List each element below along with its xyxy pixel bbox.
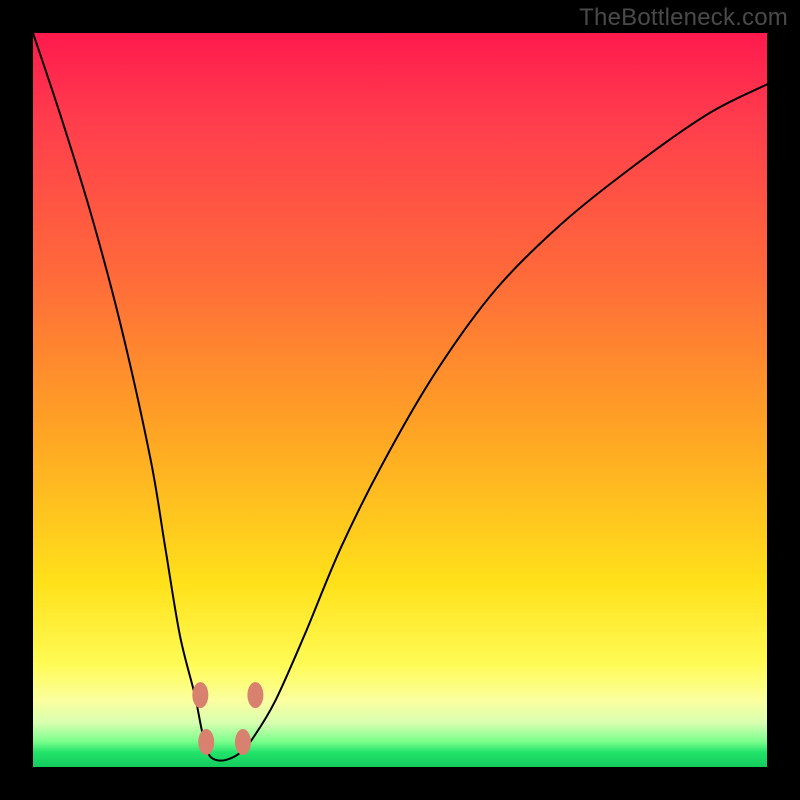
curve-layer — [33, 33, 767, 767]
plot-area — [33, 33, 767, 767]
right-dot-upper — [247, 682, 263, 708]
right-dot-lower — [235, 729, 251, 755]
left-dot-upper — [192, 682, 208, 708]
chart-frame: TheBottleneck.com — [0, 0, 800, 800]
left-dot-lower — [198, 729, 214, 755]
watermark-text: TheBottleneck.com — [579, 4, 788, 32]
bottleneck-curve — [33, 33, 767, 761]
